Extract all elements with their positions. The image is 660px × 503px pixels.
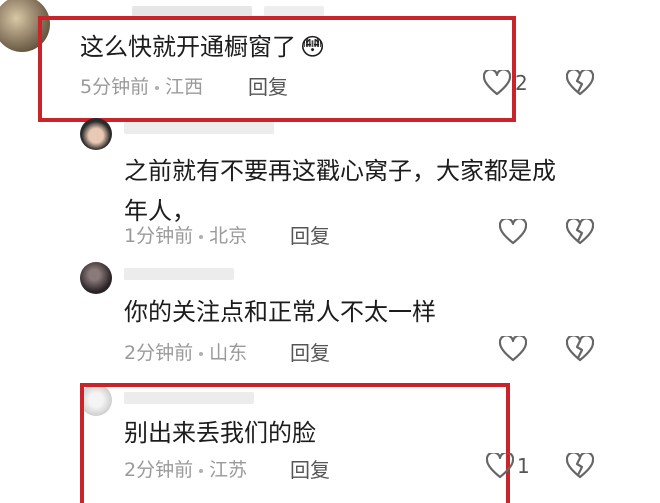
comment-text[interactable]: 之前就有不要再这戳心窝子，大家都是成 年人， xyxy=(124,154,556,228)
comment-time: 1分钟前 xyxy=(124,225,194,247)
comment-location: 江西 xyxy=(165,76,204,98)
dislike-button[interactable] xyxy=(566,70,594,96)
comment-meta: 1分钟前 北京 xyxy=(124,221,247,248)
comment-text[interactable]: 你的关注点和正常人不太一样 xyxy=(124,295,436,329)
comment-meta: 5分钟前 江西 xyxy=(80,72,203,99)
comment-meta: 2分钟前 山东 xyxy=(124,338,247,365)
like-button[interactable] xyxy=(483,70,511,96)
dislike-button[interactable] xyxy=(566,219,594,245)
like-count: 2 xyxy=(515,71,528,95)
comment-time: 2分钟前 xyxy=(124,459,194,481)
meta-separator xyxy=(199,234,204,239)
heart-icon xyxy=(499,336,527,362)
avatar[interactable] xyxy=(80,262,112,294)
like-button[interactable] xyxy=(486,453,514,479)
broken-heart-icon xyxy=(566,336,594,362)
flushed-face-emoji-icon: 😳 xyxy=(300,33,326,61)
username-blurred[interactable] xyxy=(124,268,234,280)
reply-button[interactable]: 回复 xyxy=(290,220,330,249)
like-count: 1 xyxy=(517,454,530,478)
username-blurred[interactable] xyxy=(124,122,274,134)
reply-button[interactable]: 回复 xyxy=(290,454,330,483)
dislike-button[interactable] xyxy=(566,453,594,479)
like-button[interactable] xyxy=(499,336,527,362)
reply-button[interactable]: 回复 xyxy=(248,71,288,100)
dislike-button[interactable] xyxy=(566,336,594,362)
comment-time: 2分钟前 xyxy=(124,342,194,364)
comment-text-line: 之前就有不要再这戳心窝子，大家都是成 xyxy=(124,157,556,185)
reply-button[interactable]: 回复 xyxy=(290,337,330,366)
like-button[interactable] xyxy=(499,219,527,245)
comment-location: 山东 xyxy=(209,342,248,364)
broken-heart-icon xyxy=(566,219,594,245)
meta-separator xyxy=(199,351,204,356)
comment-location: 江苏 xyxy=(209,459,248,481)
heart-icon xyxy=(499,219,527,245)
heart-icon xyxy=(483,70,511,96)
comment-text-content: 这么快就开通橱窗了 xyxy=(80,33,296,61)
comment-meta: 2分钟前 江苏 xyxy=(124,455,247,482)
comment-location: 北京 xyxy=(209,225,248,247)
comment-time: 5分钟前 xyxy=(80,76,150,98)
comment-text[interactable]: 这么快就开通橱窗了 😳 xyxy=(80,30,325,64)
broken-heart-icon xyxy=(566,70,594,96)
comment-text[interactable]: 别出来丢我们的脸 xyxy=(124,416,316,450)
avatar[interactable] xyxy=(80,118,112,150)
heart-icon xyxy=(486,453,514,479)
meta-separator xyxy=(199,468,204,473)
broken-heart-icon xyxy=(566,453,594,479)
meta-separator xyxy=(155,85,160,90)
